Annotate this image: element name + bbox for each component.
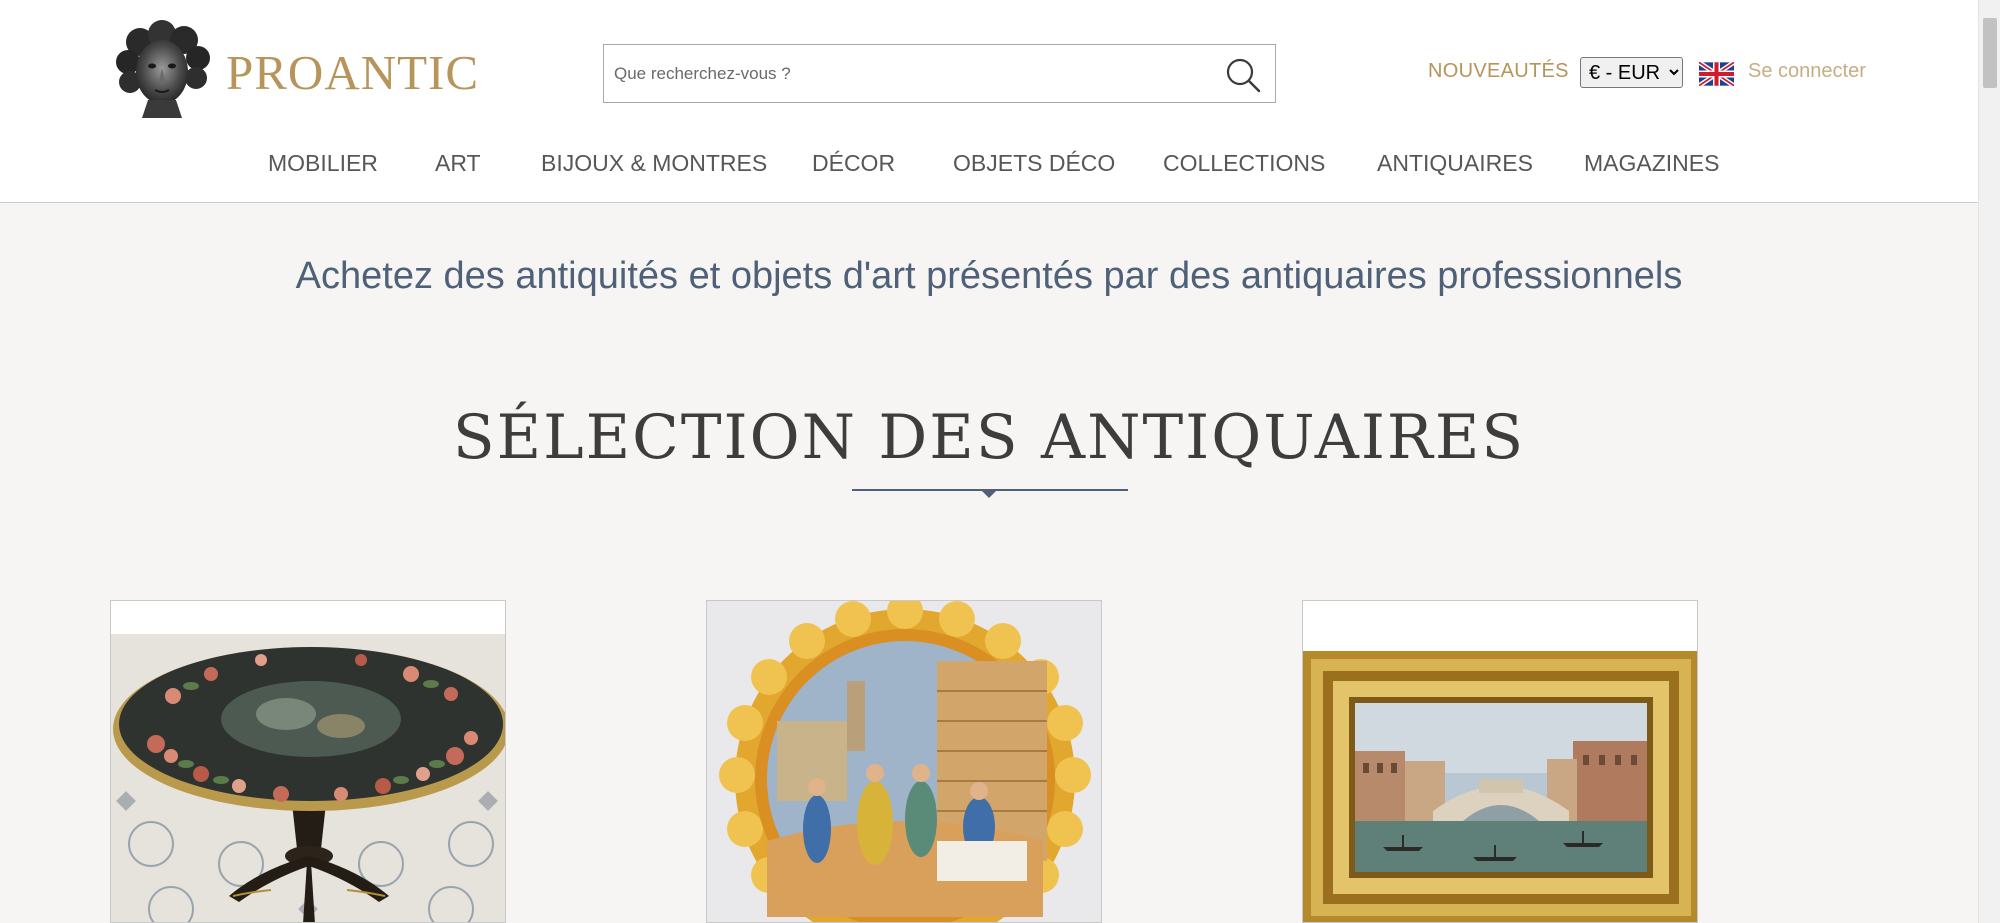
currency-select[interactable]: € - EUR	[1580, 57, 1683, 88]
uk-flag-icon[interactable]	[1699, 62, 1734, 86]
site-header: PROANTIC NOUVEAUTÉS € - EUR Se connecter…	[0, 0, 1978, 203]
nav-item-magazines[interactable]: MAGAZINES	[1584, 150, 1719, 177]
page-scrollbar[interactable]	[1978, 0, 2000, 923]
nav-item-decor[interactable]: DÉCOR	[812, 150, 895, 177]
nav-item-collections[interactable]: COLLECTIONS	[1163, 150, 1325, 177]
search-input[interactable]	[614, 45, 1194, 102]
nav-item-antiquaires[interactable]: ANTIQUAIRES	[1377, 150, 1533, 177]
login-link[interactable]: Se connecter	[1748, 60, 1866, 83]
brand-name[interactable]: PROANTIC	[226, 44, 479, 101]
product-card-painting[interactable]	[1302, 600, 1698, 923]
nav-item-art[interactable]: ART	[435, 150, 481, 177]
section-title: SÉLECTION DES ANTIQUAIRES	[452, 402, 1526, 473]
tagline: Achetez des antiquités et objets d'art p…	[295, 255, 1683, 297]
category-nav: MOBILIER ART BIJOUX & MONTRES DÉCOR OBJE…	[0, 150, 1978, 180]
nav-item-mobilier[interactable]: MOBILIER	[268, 150, 378, 177]
product-card-plate[interactable]	[706, 600, 1102, 923]
new-arrivals-link[interactable]: NOUVEAUTÉS	[1428, 60, 1569, 83]
title-divider-arrow	[981, 490, 997, 498]
nav-item-bijoux-montres[interactable]: BIJOUX & MONTRES	[541, 150, 767, 177]
logo-bust-icon[interactable]	[110, 20, 215, 122]
search-icon[interactable]	[1223, 55, 1263, 95]
product-card-table[interactable]	[110, 600, 506, 923]
product-image-painting[interactable]	[1303, 651, 1698, 923]
product-image-plate[interactable]	[707, 601, 1102, 923]
product-image-table[interactable]	[111, 634, 506, 923]
scrollbar-thumb[interactable]	[1983, 18, 1997, 88]
search-box	[603, 44, 1276, 103]
nav-item-objets-deco[interactable]: OBJETS DÉCO	[953, 150, 1115, 177]
